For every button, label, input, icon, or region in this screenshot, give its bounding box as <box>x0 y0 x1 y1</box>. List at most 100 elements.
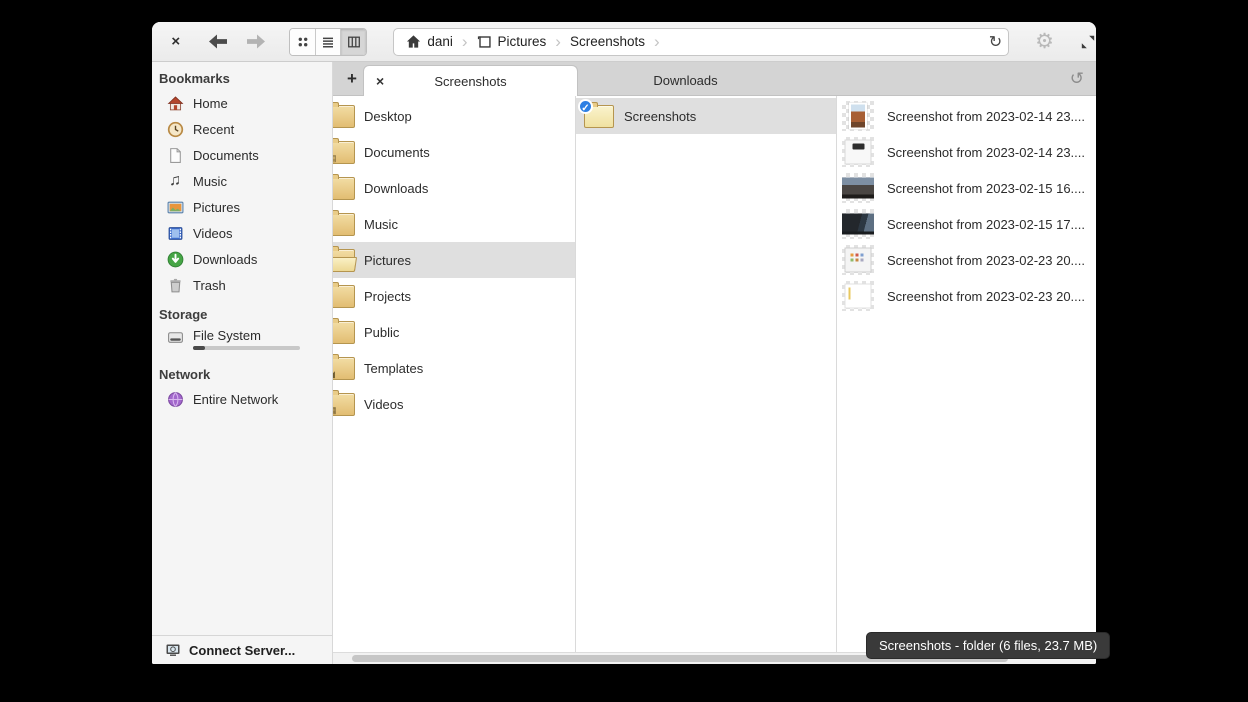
file-row[interactable]: Screenshot from 2023-02-15 17.... <box>837 206 1096 242</box>
window-close-icon[interactable]: × <box>166 33 185 50</box>
connect-server-button[interactable]: Connect Server... <box>152 635 332 664</box>
subfolder-row-screenshots[interactable]: ✓Screenshots <box>576 98 836 134</box>
sidebar-item-trash[interactable]: Trash <box>152 272 332 298</box>
folder-icon: ♪ <box>333 213 355 236</box>
sidebar-item-home[interactable]: Home <box>152 90 332 116</box>
templates-emblem-icon: ◢ <box>333 370 335 379</box>
forward-button[interactable] <box>245 33 267 50</box>
sidebar-item-label: File System <box>193 328 261 343</box>
home-icon <box>166 94 184 112</box>
folder-row-videos[interactable]: ▦ Videos <box>333 386 575 422</box>
sidebar-item-videos[interactable]: Videos <box>152 220 332 246</box>
tab-screenshots[interactable]: × Screenshots <box>363 65 578 96</box>
new-tab-button[interactable]: + <box>341 62 363 96</box>
tab-downloads[interactable]: Downloads <box>578 65 793 96</box>
sidebar-item-label: Downloads <box>193 252 257 267</box>
home-icon <box>406 34 421 49</box>
history-icon[interactable]: ↺ <box>1070 62 1084 96</box>
file-row[interactable]: Screenshot from 2023-02-23 20.... <box>837 242 1096 278</box>
sidebar-item-documents[interactable]: Documents <box>152 142 332 168</box>
sidebar-item-music[interactable]: ♫ Music <box>152 168 332 194</box>
folder-icon: ◢ <box>333 357 355 380</box>
sidebar-item-label: Home <box>193 96 228 111</box>
grid-view-button[interactable] <box>290 29 315 55</box>
file-name: Screenshot from 2023-02-15 16.... <box>887 181 1085 196</box>
file-row[interactable]: Screenshot from 2023-02-14 23.... <box>837 98 1096 134</box>
file-thumbnail <box>842 245 874 275</box>
expand-icon[interactable] <box>1080 34 1096 50</box>
sidebar-item-entire-network[interactable]: Entire Network <box>152 386 332 412</box>
pictures-icon <box>477 34 492 49</box>
chevron-right-icon: › <box>555 33 561 50</box>
folder-row-projects[interactable]: Projects <box>333 278 575 314</box>
connect-server-icon <box>165 642 181 658</box>
miller-columns: Desktop▤Documents↓Downloads♪Music Picture… <box>333 96 1096 652</box>
settings-gear-icon[interactable]: ⚙ <box>1035 29 1054 54</box>
folder-icon: ▦ <box>333 393 355 416</box>
tab-label: Screenshots <box>434 74 506 89</box>
sidebar-section-title-storage: Storage <box>152 304 332 326</box>
file-row[interactable]: Screenshot from 2023-02-14 23.... <box>837 134 1096 170</box>
breadcrumb-pictures[interactable]: Pictures <box>477 34 547 49</box>
disk-usage-bar <box>193 346 300 350</box>
list-view-button[interactable] <box>316 29 341 55</box>
sidebar-item-recent[interactable]: Recent <box>152 116 332 142</box>
column-view-button[interactable] <box>341 29 366 55</box>
file-name: Screenshot from 2023-02-14 23.... <box>887 145 1085 160</box>
breadcrumb-dani[interactable]: dani <box>406 34 453 49</box>
videos-emblem-icon: ▦ <box>333 406 337 415</box>
folder-name: Templates <box>364 361 423 376</box>
main-area: + × Screenshots Downloads ↺ Desktop▤Docume… <box>333 62 1096 664</box>
sidebar-item-label: Entire Network <box>193 392 278 407</box>
sidebar-section-title-network: Network <box>152 364 332 386</box>
sidebar-item-label: Music <box>193 174 227 189</box>
file-thumbnail <box>842 173 874 203</box>
pictures-icon <box>166 198 184 216</box>
folder-name: Screenshots <box>624 109 696 124</box>
folder-name: Public <box>364 325 399 340</box>
folder-name: Videos <box>364 397 404 412</box>
tab-close-icon[interactable]: × <box>376 73 384 89</box>
sidebar-item-file-system[interactable]: File System <box>152 326 332 358</box>
file-thumbnail <box>842 101 874 131</box>
breadcrumb-label: dani <box>427 34 453 49</box>
folder-icon: ‹ <box>333 321 355 344</box>
tab-bar: + × Screenshots Downloads ↺ <box>333 62 1096 96</box>
refresh-button[interactable]: ↻ <box>989 29 1002 55</box>
sidebar-item-downloads[interactable]: Downloads <box>152 246 332 272</box>
folder-name: Documents <box>364 145 430 160</box>
folder-name: Downloads <box>364 181 428 196</box>
folder-row-downloads[interactable]: ↓Downloads <box>333 170 575 206</box>
recent-icon <box>166 120 184 138</box>
music-icon: ♫ <box>166 172 184 190</box>
chevron-right-icon: › <box>654 33 660 50</box>
screen: × dani › Pictures › Screenshots › ↻ ⚙ Bookmar… <box>0 0 1248 702</box>
folder-name: Pictures <box>364 253 411 268</box>
network-icon <box>166 390 184 408</box>
folder-row-templates[interactable]: ◢ Templates <box>333 350 575 386</box>
sidebar-item-pictures[interactable]: Pictures <box>152 194 332 220</box>
toolbar: × dani › Pictures › Screenshots › ↻ ⚙ <box>152 22 1096 62</box>
path-bar[interactable]: dani › Pictures › Screenshots › ↻ <box>393 28 1009 56</box>
chevron-right-icon: › <box>462 33 468 50</box>
tab-label: Downloads <box>653 73 717 88</box>
folder-row-desktop[interactable]: Desktop <box>333 98 575 134</box>
view-mode-switcher <box>289 28 367 56</box>
file-name: Screenshot from 2023-02-23 20.... <box>887 253 1085 268</box>
sidebar-item-label: Recent <box>193 122 234 137</box>
file-name: Screenshot from 2023-02-23 20.... <box>887 289 1085 304</box>
folder-row-pictures[interactable]: Pictures <box>333 242 575 278</box>
column-subfolders: ✓Screenshots <box>576 96 837 652</box>
folder-row-documents[interactable]: ▤Documents <box>333 134 575 170</box>
breadcrumb-screenshots[interactable]: Screenshots <box>570 34 645 49</box>
file-row[interactable]: Screenshot from 2023-02-23 20.... <box>837 278 1096 314</box>
file-manager-window: × dani › Pictures › Screenshots › ↻ ⚙ Bookmar… <box>152 22 1096 664</box>
file-row[interactable]: Screenshot from 2023-02-15 16.... <box>837 170 1096 206</box>
folder-row-public[interactable]: ‹ Public <box>333 314 575 350</box>
folder-row-music[interactable]: ♪Music <box>333 206 575 242</box>
drive-icon <box>166 328 184 346</box>
sidebar-item-label: Trash <box>193 278 226 293</box>
back-button[interactable] <box>207 33 229 50</box>
sidebar-section-title-bookmarks: Bookmarks <box>152 68 332 90</box>
videos-icon <box>166 224 184 242</box>
